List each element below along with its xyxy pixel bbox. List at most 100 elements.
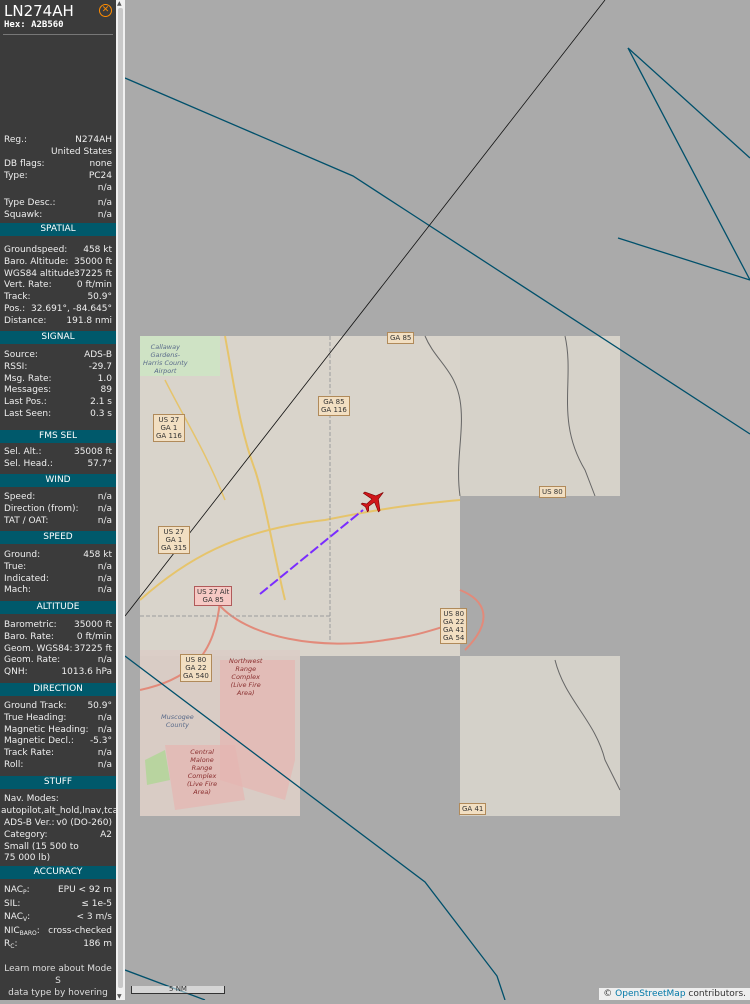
- info-row: Type: PC24: [4, 171, 112, 183]
- row-label[interactable]: Barometric:: [4, 620, 57, 630]
- section-header-speed[interactable]: SPEED: [0, 531, 116, 544]
- scrollbar-thumb[interactable]: [118, 8, 123, 988]
- info-row: Reg.: N274AH: [4, 135, 112, 147]
- row-label[interactable]: Baro. Rate:: [4, 632, 54, 642]
- row-label[interactable]: Pos.:: [4, 304, 25, 314]
- row-label[interactable]: Distance:: [4, 316, 46, 326]
- map-label-line: US 27: [163, 528, 185, 536]
- row-label[interactable]: Msg. Rate:: [4, 374, 52, 384]
- row-label[interactable]: Category:: [4, 830, 48, 840]
- row-value: n/a: [97, 712, 112, 723]
- map-tiles: [139, 335, 621, 816]
- map-canvas[interactable]: Callaway Gardens- Harris County Airport Musc…: [124, 0, 750, 1001]
- direction-row: Magnetic Decl.: -5.3°: [4, 736, 112, 748]
- section-header-altitude[interactable]: ALTITUDE: [0, 601, 116, 614]
- row-label[interactable]: Sel. Alt.:: [4, 447, 42, 457]
- map-label-line: GA 116: [156, 432, 182, 440]
- row-value: n/a: [97, 748, 112, 759]
- map-tile: [460, 336, 620, 496]
- row-label[interactable]: RC:: [4, 939, 18, 950]
- direction-row: Roll: n/a: [4, 760, 112, 772]
- sidebar-scrollbar[interactable]: ▲ ▼: [116, 0, 125, 1000]
- row-label[interactable]: Squawk:: [4, 210, 42, 220]
- row-label[interactable]: Last Pos.:: [4, 397, 47, 407]
- row-label[interactable]: True Heading:: [4, 713, 66, 723]
- spatial-row: Track: 50.9°: [4, 292, 112, 304]
- row-label[interactable]: Track Rate:: [4, 748, 54, 758]
- scroll-up-icon[interactable]: ▲: [117, 0, 122, 7]
- row-value: n/a: [97, 503, 112, 514]
- row-label[interactable]: NACV:: [4, 912, 30, 923]
- row-value: n/a: [97, 724, 112, 735]
- row-label[interactable]: TAT / OAT:: [4, 516, 48, 526]
- row-label[interactable]: SIL:: [4, 899, 20, 909]
- row-label[interactable]: Mach:: [4, 585, 31, 595]
- speed-row: Mach: n/a: [4, 585, 112, 597]
- row-label[interactable]: Geom. Rate:: [4, 655, 60, 665]
- row-value: 50.9°: [87, 701, 112, 711]
- row-label[interactable]: QNH:: [4, 667, 28, 677]
- row-label[interactable]: Messages:: [4, 385, 51, 395]
- row-label[interactable]: Track:: [4, 292, 31, 302]
- row-label[interactable]: RSSI:: [4, 362, 27, 372]
- map-label-line: Northwest: [229, 657, 263, 665]
- row-label[interactable]: Ground:: [4, 550, 40, 560]
- direction-row: Ground Track: 50.9°: [4, 701, 112, 713]
- row-label[interactable]: Geom. WGS84:: [4, 644, 73, 654]
- row-label[interactable]: True:: [4, 562, 26, 572]
- section-header-direction[interactable]: DIRECTION: [0, 683, 116, 696]
- highway-shield: GA 41: [459, 803, 487, 815]
- row-value: n/a: [97, 210, 112, 220]
- row-label[interactable]: Speed:: [4, 492, 35, 502]
- row-label[interactable]: Groundspeed:: [4, 245, 67, 255]
- map-label-line: GA 54: [443, 634, 465, 642]
- map-label-line: Range: [191, 764, 213, 772]
- info-row: Squawk: n/a: [4, 210, 112, 222]
- row-label[interactable]: Ground Track:: [4, 701, 67, 711]
- row-label[interactable]: NACP:: [4, 885, 30, 896]
- row-label[interactable]: DB flags:: [4, 159, 45, 169]
- fms-row: Sel. Head.: 57.7°: [4, 459, 112, 471]
- section-header-accuracy[interactable]: ACCURACY: [0, 866, 116, 879]
- row-label[interactable]: WGS84 altitude:: [4, 269, 77, 279]
- section-header-spatial[interactable]: SPATIAL: [0, 223, 116, 236]
- section-header-fms[interactable]: FMS SEL: [0, 430, 116, 443]
- nav-modes-label[interactable]: Nav. Modes:: [4, 794, 112, 806]
- row-value: -5.3°: [89, 736, 112, 747]
- row-label[interactable]: Roll:: [4, 760, 23, 770]
- row-label[interactable]: Magnetic Heading:: [4, 725, 89, 735]
- scroll-down-icon[interactable]: ▼: [117, 993, 122, 1000]
- section-header-stuff[interactable]: STUFF: [0, 776, 116, 789]
- row-value: n/a: [97, 573, 112, 584]
- section-header-signal[interactable]: SIGNAL: [0, 331, 116, 344]
- nav-modes-value: autopilot,alt_hold,lnav,tcas: [1, 806, 116, 816]
- row-label[interactable]: Reg.:: [4, 135, 27, 145]
- osm-link[interactable]: OpenStreetMap: [615, 989, 685, 999]
- row-label[interactable]: Type:: [4, 171, 28, 181]
- info-row: Type Desc.: n/a: [4, 198, 112, 210]
- map-label-line: GA 41: [462, 805, 484, 813]
- row-label[interactable]: ADS-B Ver.:: [4, 818, 55, 828]
- row-label[interactable]: Indicated:: [4, 574, 49, 584]
- subscript: BARO: [19, 929, 37, 937]
- section-header-wind[interactable]: WIND: [0, 474, 116, 487]
- signal-row: Msg. Rate: 1.0: [4, 374, 112, 386]
- row-value: EPU < 92 m: [57, 885, 112, 895]
- row-value: A2: [100, 830, 112, 840]
- info-row: DB flags: none: [4, 159, 112, 171]
- row-label[interactable]: Magnetic Decl.:: [4, 736, 74, 746]
- spatial-row: Distance: 191.8 nmi: [4, 316, 112, 328]
- altitude-row: Baro. Rate: 0 ft/min: [4, 632, 112, 644]
- close-icon[interactable]: ✕: [99, 4, 112, 17]
- row-label[interactable]: Direction (from):: [4, 504, 79, 514]
- row-label[interactable]: Baro. Altitude:: [4, 257, 68, 267]
- row-label[interactable]: Vert. Rate:: [4, 280, 52, 290]
- row-label[interactable]: NICBARO:: [4, 926, 40, 937]
- row-label[interactable]: Last Seen:: [4, 409, 51, 419]
- row-label[interactable]: Sel. Head.:: [4, 459, 53, 469]
- highway-shield: US 27 Alt GA 85: [194, 586, 233, 606]
- row-label[interactable]: Source:: [4, 350, 38, 360]
- row-label[interactable]: Type Desc.:: [4, 198, 56, 208]
- row-value: 0 ft/min: [76, 631, 112, 642]
- row-value: 37225 ft: [73, 643, 112, 654]
